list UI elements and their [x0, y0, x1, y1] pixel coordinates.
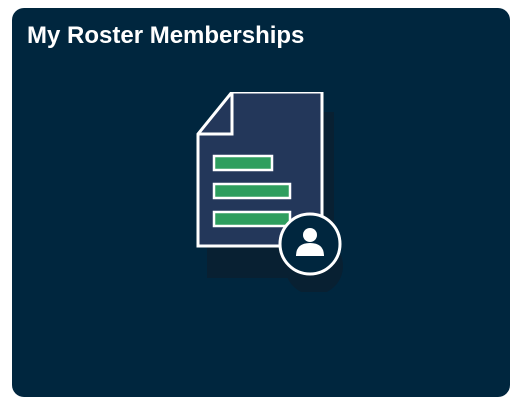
document-line-3	[212, 210, 292, 228]
document-line-2	[212, 182, 292, 200]
avatar-head	[303, 228, 317, 242]
roster-memberships-tile[interactable]: My Roster Memberships	[12, 8, 510, 397]
document-line-1	[212, 154, 274, 172]
roster-document-person-icon	[182, 92, 362, 292]
tile-title: My Roster Memberships	[27, 22, 305, 49]
